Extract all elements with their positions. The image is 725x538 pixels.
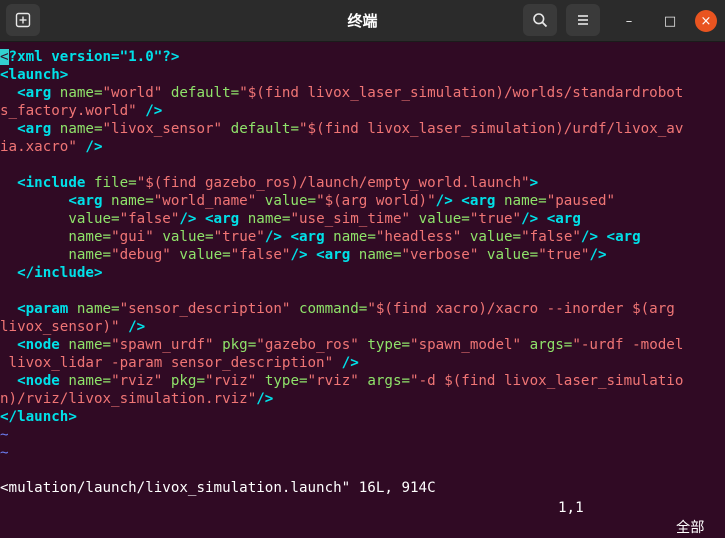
- code-line-8: <include file="$(find gazebo_ros)/launch…: [0, 175, 539, 191]
- code-line-6: ia.xacro" />: [0, 139, 103, 155]
- minimize-button[interactable]: –: [618, 10, 640, 32]
- terminal-editor[interactable]: <?xml version="1.0"?> <launch> <arg name…: [0, 44, 725, 462]
- code-line-18: livox_lidar -param sensor_description" /…: [0, 355, 359, 371]
- status-scroll-indicator: 全部: [676, 520, 705, 536]
- new-tab-icon: [15, 12, 31, 28]
- code-line-17: <node name="spawn_urdf" pkg="gazebo_ros"…: [0, 337, 684, 353]
- code-line-11: name="gui" value="true"/> <arg name="hea…: [68, 229, 641, 245]
- code-line-9: <arg name="world_name" value="$(arg worl…: [0, 193, 616, 209]
- empty-line-marker: ~: [0, 427, 9, 443]
- code-line-13: </include>: [0, 265, 103, 281]
- code-line-4: s_factory.world" />: [0, 103, 163, 119]
- code-line-3: <arg name="world" default="$(find livox_…: [0, 85, 684, 101]
- new-tab-button[interactable]: [6, 4, 40, 36]
- hamburger-menu-icon: [578, 15, 588, 25]
- vim-status-bar: <mulation/launch/livox_simulation.launch…: [0, 458, 725, 536]
- code-line-1: <?xml version="1.0"?>: [0, 49, 180, 65]
- search-icon: [533, 13, 548, 28]
- status-file-info: <mulation/launch/livox_simulation.launch…: [0, 480, 436, 496]
- code-line-15: <param name="sensor_description" command…: [0, 301, 675, 317]
- code-line-12: name="debug" value="false"/> <arg name="…: [68, 247, 607, 263]
- window-title: 终端: [347, 12, 378, 30]
- code-line-2: <launch>: [0, 67, 69, 83]
- code-line-19: <node name="rviz" pkg="rviz" type="rviz"…: [0, 373, 684, 389]
- maximize-button[interactable]: □: [659, 10, 681, 32]
- close-button[interactable]: ×: [695, 10, 717, 32]
- code-line-5: <arg name="livox_sensor" default="$(find…: [0, 121, 684, 137]
- text-cursor: <: [0, 49, 9, 65]
- code-line-20: n)/rviz/livox_simulation.rviz"/>: [0, 391, 274, 407]
- menu-button[interactable]: [566, 4, 600, 36]
- code-line-10: value="false"/> <arg name="use_sim_time"…: [68, 211, 581, 227]
- status-cursor-position: 1,1: [558, 500, 584, 516]
- code-line-16: livox_sensor)" />: [0, 319, 146, 335]
- search-button[interactable]: [523, 4, 557, 36]
- title-bar: 终端 – □ ×: [0, 0, 725, 42]
- code-line-21: </launch>: [0, 409, 77, 425]
